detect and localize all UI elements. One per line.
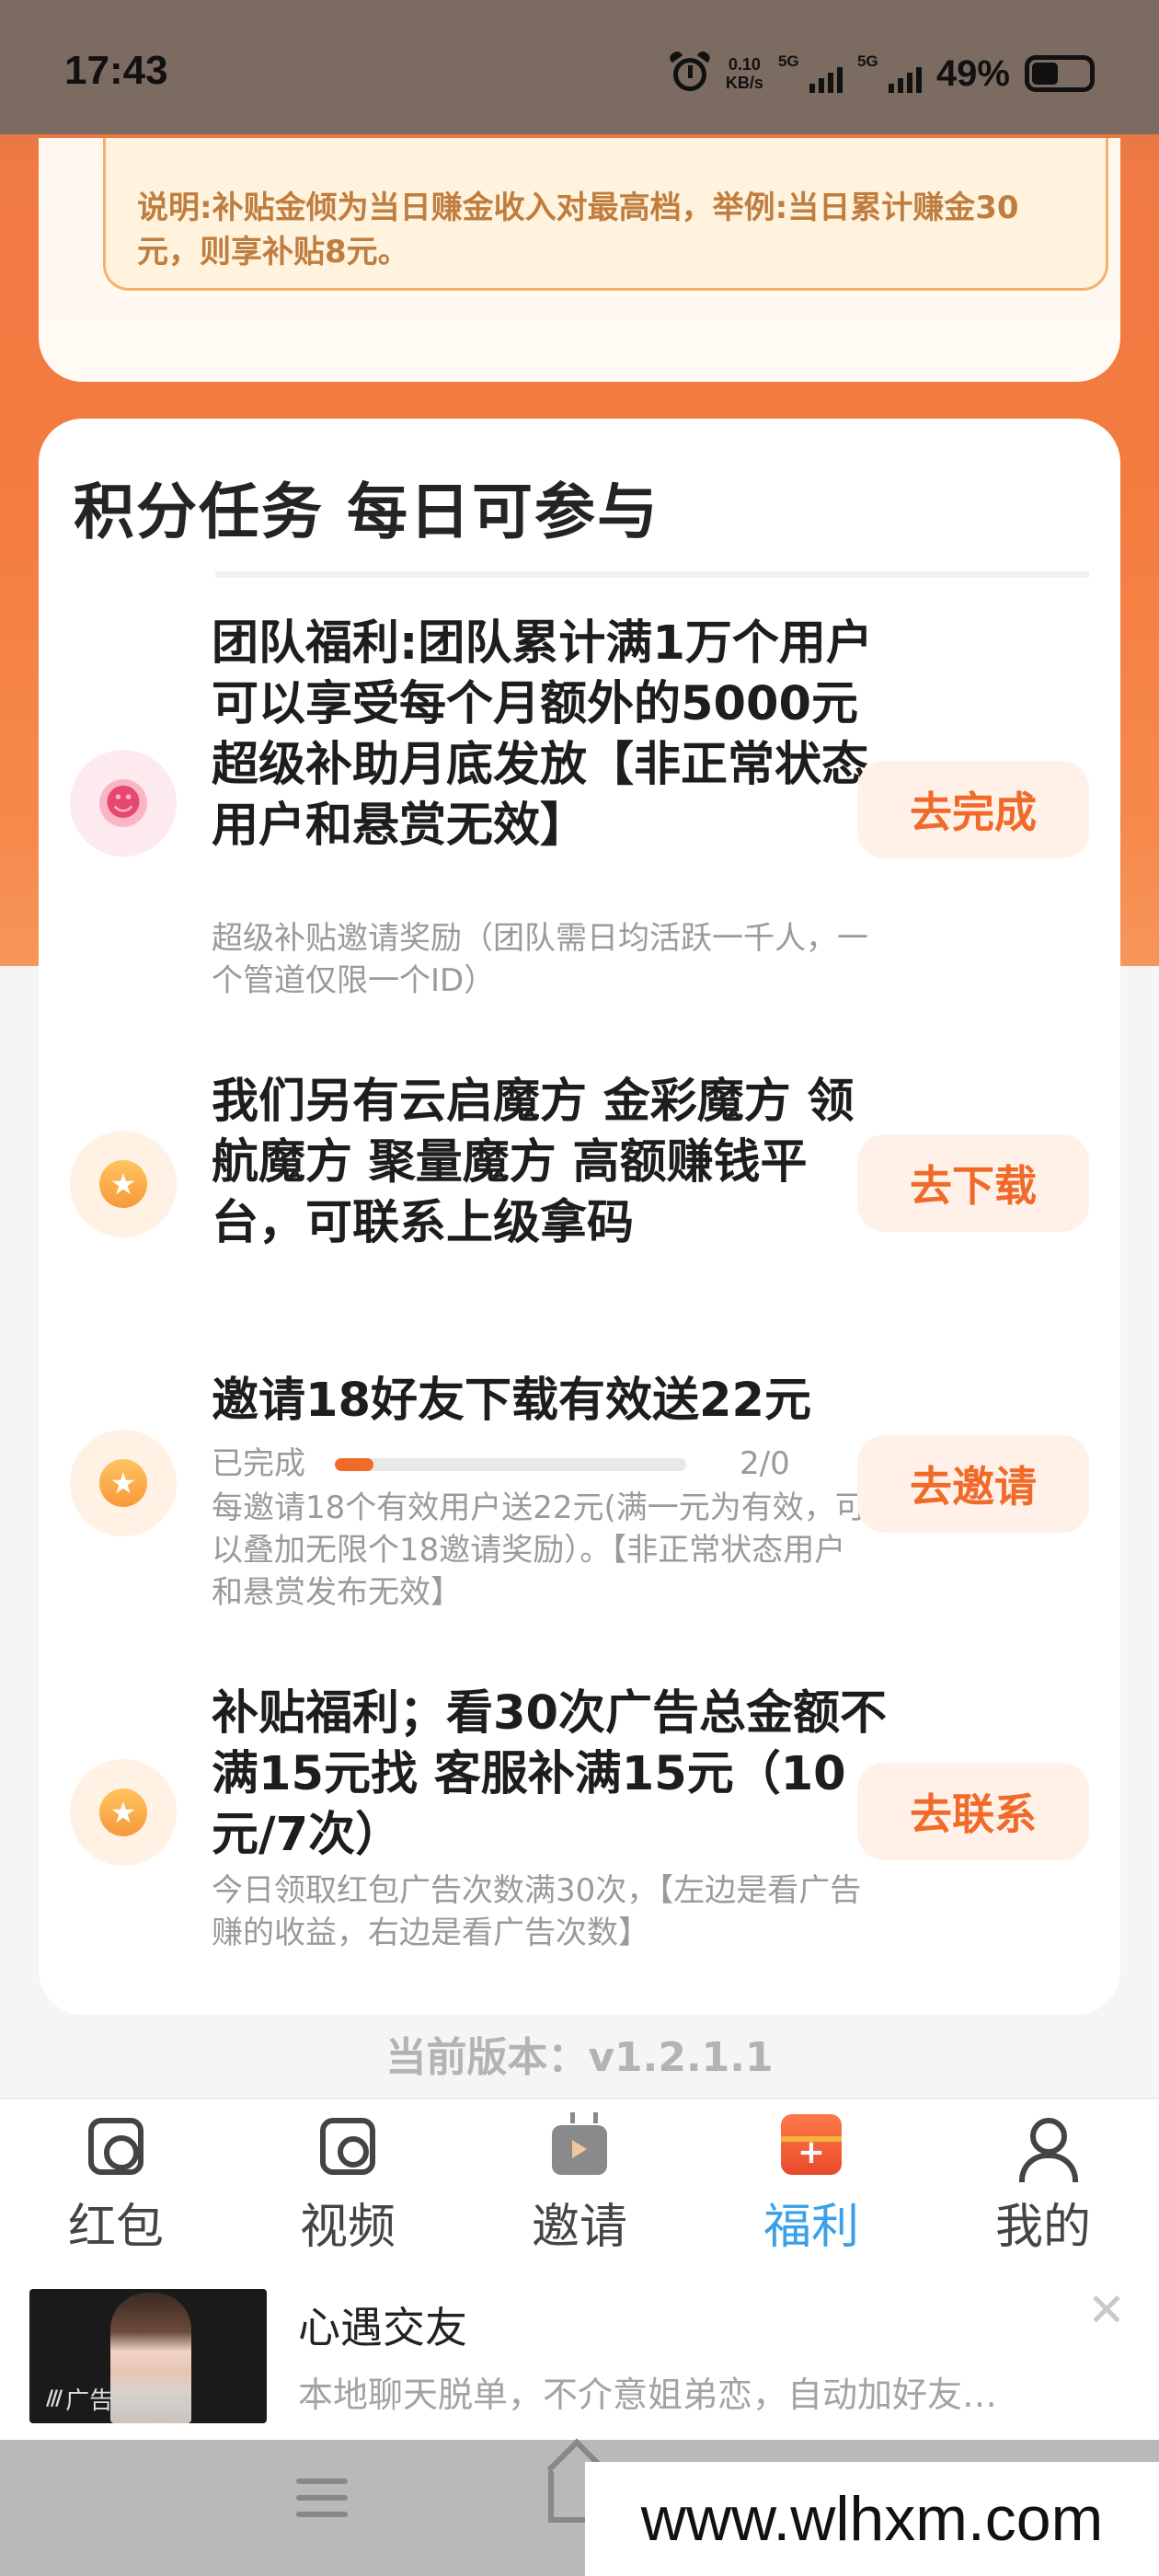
star-coin-icon: ★ [70, 1131, 177, 1237]
progress-count: 2/0 [740, 1445, 790, 1482]
ad-photo [110, 2293, 191, 2423]
task-description: 超级补贴邀请奖励（团队需日均活跃一千人，一个管道仅限一个ID） [212, 920, 868, 999]
status-time: 17:43 [64, 48, 168, 93]
red-packet-icon [88, 2118, 143, 2175]
ad-description[interactable]: 本地聊天脱单，不介意姐弟恋，自动加好友… [298, 2366, 1080, 2417]
task-title: 补贴福利；看30次广告总金额不满15元找 客服补满15元（10元/7次） [212, 1686, 887, 1862]
sim1-tag: 5G [777, 52, 799, 70]
close-icon[interactable]: ✕ [1082, 2285, 1131, 2335]
progress-bar [335, 1458, 686, 1471]
subsidy-card: 说明:补贴金倾为当日赚金收入对最高档，举例:当日累计赚金30元，则享补贴8元。 [39, 138, 1120, 382]
nav-label: 邀请 [531, 2200, 627, 2255]
subsidy-notice: 说明:补贴金倾为当日赚金收入对最高档，举例:当日累计赚金30元，则享补贴8元。 [103, 138, 1108, 291]
section-title: 积分任务 每日可参与 [74, 477, 660, 547]
task-title: 邀请18好友下载有效送22元 [212, 1374, 811, 1428]
nav-item-welfare[interactable]: 福利 [695, 2099, 927, 2274]
nav-item-profile[interactable]: 我的 [927, 2099, 1159, 2274]
ad-title[interactable]: 心遇交友 [298, 2294, 467, 2355]
menu-icon[interactable] [296, 2478, 348, 2521]
nav-label: 我的 [994, 2200, 1091, 2255]
battery-icon [1025, 55, 1095, 92]
ad-thumbnail[interactable]: /// 广告 [29, 2289, 267, 2423]
complete-button[interactable]: 去完成 [857, 761, 1089, 858]
star-coin-icon: ★ [70, 1759, 177, 1866]
nav-item-red-packet[interactable]: 红包 [0, 2099, 232, 2274]
nav-label: 视频 [299, 2200, 396, 2255]
bottom-nav: 红包 视频 邀请 福利 我的 [0, 2098, 1159, 2272]
tv-icon [552, 2125, 607, 2175]
task-title: 我们另有云启魔方 金彩魔方 领航魔方 聚量魔方 高额赚钱平台，可联系上级拿码 [212, 1075, 855, 1250]
task-description: 每邀请18个有效用户送22元(满一元为有效，可以叠加无限个18邀请奖励）。【非正… [212, 1489, 866, 1611]
alarm-icon [667, 49, 712, 95]
version-label: 当前版本：v1.2.1.1 [385, 2034, 774, 2081]
invite-progress: 已完成 2/0 [212, 1443, 874, 1485]
sim2-tag: 5G [856, 52, 878, 70]
nav-item-invite[interactable]: 邀请 [464, 2099, 695, 2274]
net-speed-unit: KB/s [725, 74, 763, 92]
gift-icon [781, 2114, 842, 2175]
invite-button[interactable]: 去邀请 [857, 1435, 1089, 1533]
task-description: 今日领取红包广告次数满30次，【左边是看广告赚的收益，右边是看广告次数】 [212, 1872, 862, 1951]
nav-label: 红包 [67, 2200, 164, 2255]
points-tasks-card: 积分任务 每日可参与 ☻ 团队福利:团队累计满1万个用户可以享受每个月额外的50… [39, 419, 1120, 2015]
user-icon: ☻ [70, 750, 177, 857]
sim1-signal-icon: 5G [778, 52, 843, 95]
ad-mark-icon: /// [46, 2387, 63, 2410]
profile-icon [1016, 2118, 1078, 2182]
ad-badge: /// 广告 [46, 2382, 113, 2416]
divider [215, 571, 1089, 578]
ad-badge-label: 广告 [65, 2387, 114, 2415]
battery-percent: 49% [935, 52, 1010, 94]
progress-fill [335, 1458, 374, 1471]
contact-button[interactable]: 去联系 [857, 1763, 1089, 1860]
ad-banner[interactable]: /// 广告 心遇交友 本地聊天脱单，不介意姐弟恋，自动加好友… ✕ [0, 2272, 1159, 2440]
status-bar: 17:43 0.10 KB/s 5G 5G 49% [0, 0, 1159, 134]
progress-label: 已完成 [212, 1445, 305, 1482]
task-title: 团队福利:团队累计满1万个用户可以享受每个月额外的5000元超级补助月底发放【非… [212, 616, 873, 853]
net-speed: 0.10 KB/s [726, 55, 763, 92]
video-icon [320, 2118, 375, 2175]
net-speed-value: 0.10 [728, 55, 761, 74]
nav-item-video[interactable]: 视频 [232, 2099, 464, 2274]
watermark: www.wlhxm.com [585, 2462, 1159, 2576]
nav-label: 福利 [763, 2200, 859, 2255]
status-indicators: 0.10 KB/s 5G 5G 49% [667, 46, 1095, 101]
download-button[interactable]: 去下载 [857, 1134, 1089, 1232]
star-coin-icon: ★ [70, 1430, 177, 1536]
sim2-signal-icon: 5G [857, 52, 922, 95]
